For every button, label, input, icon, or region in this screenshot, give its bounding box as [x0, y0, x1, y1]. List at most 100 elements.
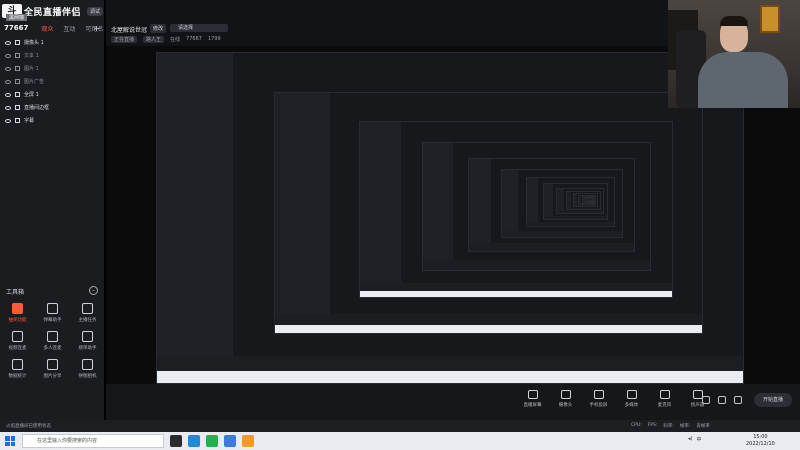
phone-cast-button[interactable]: 手机投屏 [586, 390, 611, 408]
eye-icon[interactable] [5, 105, 11, 110]
nested-sidebar [274, 92, 331, 334]
scene-item-camera[interactable]: 摄像头 1 [0, 36, 104, 49]
toolbox-collapse-icon[interactable]: – [89, 286, 98, 295]
tool-label: 榜单助手 [78, 346, 97, 351]
rank-icon [82, 331, 93, 342]
play-icon [626, 390, 637, 399]
add-scene-button[interactable]: + [93, 24, 100, 33]
image-icon [47, 359, 58, 370]
windows-start-icon[interactable] [5, 436, 15, 446]
screen-button[interactable]: 直播屏幕 [520, 390, 545, 408]
tab-viewers[interactable]: 观众 [41, 24, 53, 33]
taskbar-clock[interactable]: 15:00 2022/12/10 [746, 434, 775, 448]
wechat-icon[interactable] [206, 435, 218, 447]
nested-control-bar [566, 207, 600, 210]
scene-item-ad[interactable]: 图片广告 [0, 75, 104, 88]
tool-label: 数据统计 [8, 374, 27, 379]
tool-video-link[interactable]: 视频连麦 [0, 331, 35, 351]
edit-room-button[interactable]: 修改 [150, 24, 167, 33]
microphone-button[interactable]: 麦克风 [652, 390, 677, 408]
tool-label: 抽奖功能 [8, 318, 27, 323]
tool-tasks[interactable]: 主播任务 [70, 303, 105, 323]
gift-icon [12, 303, 23, 314]
logo-text: 全民直播伴侣 [24, 7, 82, 18]
camera-icon [15, 40, 20, 45]
task-icon [82, 303, 93, 314]
room-tag[interactable]: 路人王 [143, 36, 165, 43]
tool-collage[interactable]: 拼图相机 [70, 359, 105, 379]
ctrl-label: 手机投屏 [589, 403, 608, 408]
tool-label: 视频连麦 [8, 346, 27, 351]
eye-icon[interactable] [5, 66, 11, 71]
windows-taskbar: 在这里输入你要搜索的内容 ◂) 中 15:00 2022/12/10 [0, 432, 800, 450]
camera-icon [82, 359, 93, 370]
eye-icon[interactable] [5, 92, 11, 97]
ctrl-label: 直播屏幕 [523, 403, 542, 408]
nested-sidebar [557, 188, 564, 214]
language-indicator[interactable]: 中 [696, 436, 701, 443]
monitor-icon [15, 92, 20, 97]
gear-icon[interactable] [734, 396, 742, 404]
record-icon[interactable] [702, 396, 710, 404]
tool-rank[interactable]: 榜单助手 [70, 331, 105, 351]
nested-control-bar [544, 216, 608, 219]
toolbox-title: 工具箱 [6, 289, 25, 296]
live-app-icon[interactable] [242, 435, 254, 447]
task-view-icon[interactable] [170, 435, 182, 447]
eye-icon[interactable] [5, 53, 11, 58]
text-icon [15, 53, 20, 58]
clock-icon[interactable] [718, 396, 726, 404]
browser-icon[interactable] [224, 435, 236, 447]
scene-item-fullscreen[interactable]: 全屏 1 [0, 88, 104, 101]
nested-sidebar [360, 121, 402, 297]
nested-sidebar [566, 191, 572, 210]
control-extras [702, 396, 742, 404]
users-icon [47, 331, 58, 342]
nested-control-bar [588, 199, 592, 201]
webcam-sign [760, 5, 780, 33]
popularity-count: 1799 [207, 36, 221, 42]
nested-control-bar [573, 205, 598, 207]
tool-danmaku[interactable]: 弹幕助手 [35, 303, 70, 323]
chat-icon [47, 303, 58, 314]
tool-lottery[interactable]: 抽奖功能 [0, 303, 35, 323]
scene-item-image[interactable]: 图片 1 [0, 62, 104, 75]
microphone-icon [659, 390, 670, 399]
system-tray: ◂) 中 [688, 436, 701, 443]
eye-icon[interactable] [5, 79, 11, 84]
webcam-overlay [668, 0, 800, 108]
frame-icon [15, 105, 20, 110]
nested-control-bar [526, 222, 614, 227]
room-header: 北屋解说世冠 修改 请选择 正在直播 路人王 在线 77667 1799 [106, 22, 666, 46]
scene-label: 摄像头 1 [24, 40, 44, 46]
category-select[interactable]: 请选择 [170, 24, 228, 32]
scene-item-subtitle[interactable]: 字幕 [0, 114, 104, 127]
video-icon [12, 331, 23, 342]
image-icon [15, 66, 20, 71]
tool-image-share[interactable]: 图片分享 [35, 359, 70, 379]
room-id: 77667 [4, 24, 29, 32]
debug-badge[interactable]: 调试 [87, 6, 104, 16]
speaker-icon[interactable]: ◂) [688, 436, 692, 443]
clock-time: 15:00 [753, 434, 768, 440]
eye-icon[interactable] [5, 40, 11, 45]
eye-icon[interactable] [5, 118, 11, 123]
media-button[interactable]: 多媒体 [619, 390, 644, 408]
status-line: 火焰直播间已使用状态 CPU: FPS: 码率: 帧率: 丢帧率 [0, 420, 800, 432]
tool-stats[interactable]: 数据统计 [0, 359, 35, 379]
tool-multi-link[interactable]: 多人连麦 [35, 331, 70, 351]
ctrl-label: 麦克风 [657, 403, 672, 408]
stats-tabs: 77667 观众 互动 可用名 [4, 24, 103, 33]
nested-control-bar [557, 211, 603, 214]
tab-interaction[interactable]: 互动 [63, 24, 75, 33]
edge-icon[interactable] [188, 435, 200, 447]
streamer-name-tag: 黑网咖 [6, 14, 28, 21]
taskbar-search-input[interactable]: 在这里输入你要搜索的内容 [22, 434, 164, 448]
camera-button[interactable]: 摄像头 [553, 390, 578, 408]
nested-sidebar [526, 178, 539, 227]
scene-label: 文本 1 [24, 53, 39, 59]
tool-label: 主播任务 [78, 318, 97, 323]
scene-item-border[interactable]: 直播间边框 [0, 101, 104, 114]
start-live-button[interactable]: 开始直播 [754, 393, 792, 407]
scene-item-text[interactable]: 文本 1 [0, 49, 104, 62]
